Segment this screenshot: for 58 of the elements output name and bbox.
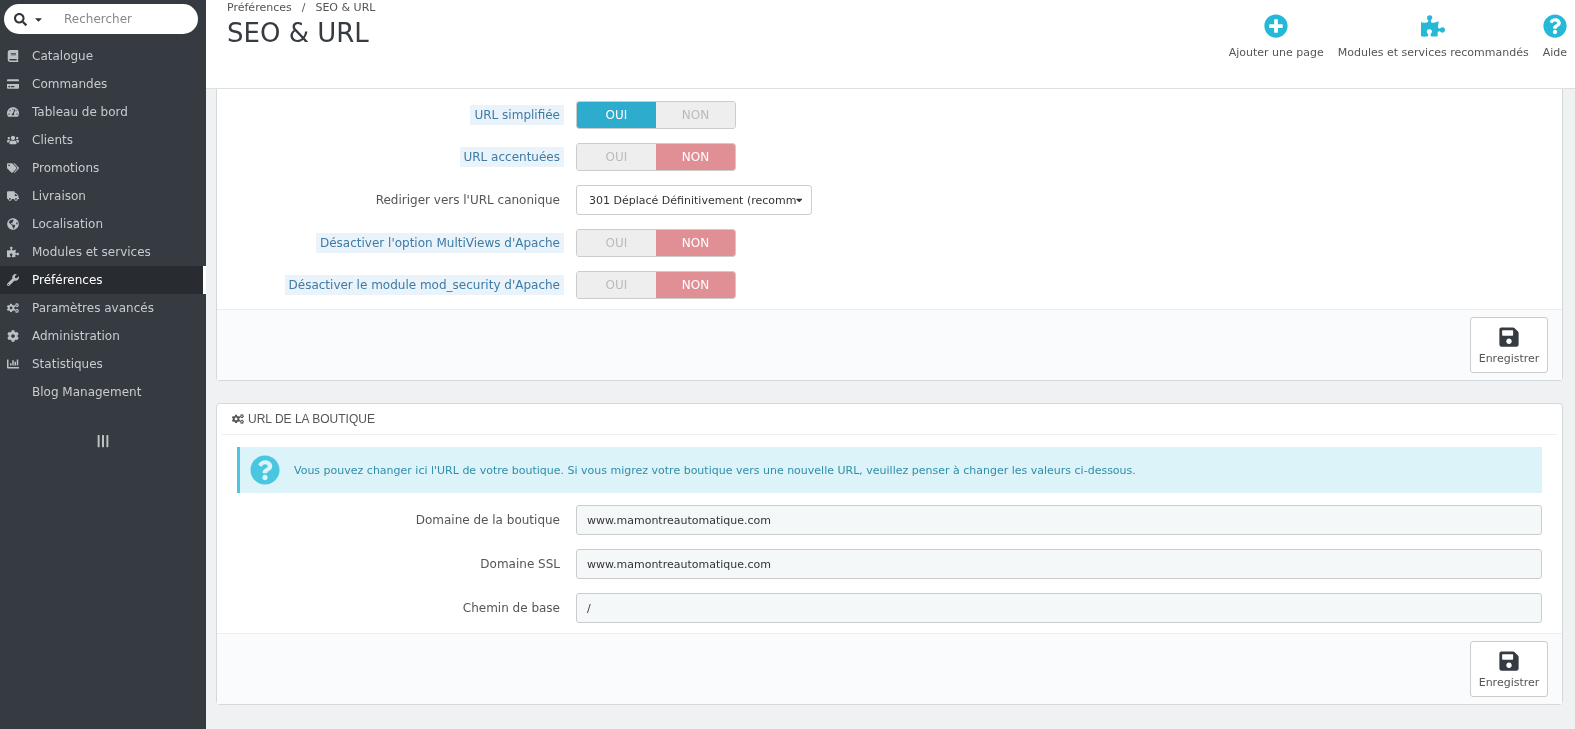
alert-text: Vous pouvez changer ici l'URL de votre boutique. Si vous migrez votre boutique vers une nouvelle URL, veuillez penser à changer les valeurs ci-dessous. [294,463,1136,477]
breadcrumb-item[interactable]: Préférences [227,1,292,14]
breadcrumb-item[interactable]: SEO & URL [315,1,376,14]
input-field[interactable]: www.mamontreautomatique.com [576,549,1542,579]
help-icon [250,455,280,485]
toolbar-action[interactable]: Ajouter une page [1228,14,1324,59]
menu-icon [7,106,19,118]
sidebar-item[interactable]: Modules et services [0,238,206,266]
toolbar-action[interactable]: Aide [1542,14,1567,59]
page-title: SEO & URL [227,18,370,48]
field-label: Domaine SSL [479,556,561,573]
input-field[interactable]: www.mamontreautomatique.com [576,505,1542,535]
panel-title: URL DE LA BOUTIQUE [248,412,375,426]
menu-icon [7,218,19,230]
menu-icon [7,274,19,286]
gears-icon [232,413,244,425]
sidebar-item[interactable]: Tableau de bord [0,98,206,126]
sidebar-item[interactable]: Blog Management [0,378,206,406]
sidebar-item[interactable]: Promotions [0,154,206,182]
menu-icon [7,134,19,146]
field-label: Chemin de base [461,600,561,617]
select-field[interactable]: 301 Déplacé Définitivement (recomm [576,185,812,215]
floppy-icon [1498,649,1520,672]
action-icon [1542,14,1567,38]
input-field[interactable]: / [576,593,1542,623]
sidebar-item[interactable]: Administration [0,322,206,350]
menu-icon [7,190,19,202]
sidebar-item[interactable]: Clients [0,126,206,154]
menu-icon [7,162,19,174]
search-icon [14,12,27,26]
menu-icon [7,50,19,62]
save-button[interactable]: Enregistrer [1470,317,1548,373]
menu-icon [7,246,19,258]
save-button[interactable]: Enregistrer [1470,641,1548,697]
field-label: Désactiver l'option MultiViews d'Apache [315,233,564,253]
menu-icon [7,330,19,342]
action-icon [1264,14,1289,38]
field-label: URL simplifiée [470,105,564,125]
sidebar-item[interactable]: Statistiques [0,350,206,378]
sidebar-item[interactable]: Catalogue [0,42,206,70]
sidebar-item[interactable]: Préférences [0,266,206,294]
field-label: Domaine de la boutique [414,512,561,529]
collapse-icon[interactable] [96,434,110,448]
sidebar-item[interactable]: Livraison [0,182,206,210]
field-label: URL accentuées [459,147,564,167]
menu-icon [7,78,19,90]
breadcrumb-separator: / [301,1,306,14]
search-field[interactable]: Rechercher [4,4,198,34]
field-label: Désactiver le module mod_security d'Apache [284,275,564,295]
sidebar-item[interactable]: Localisation [0,210,206,238]
sidebar-item[interactable]: Paramètres avancés [0,294,206,322]
floppy-icon [1498,325,1520,348]
menu-icon [7,358,19,370]
sidebar-item[interactable]: Commandes [0,70,206,98]
action-icon [1421,14,1446,38]
menu-icon [7,302,19,314]
toolbar-action[interactable]: Modules et services recommandés [1337,14,1529,59]
field-label: Rediriger vers l'URL canonique [374,192,561,209]
